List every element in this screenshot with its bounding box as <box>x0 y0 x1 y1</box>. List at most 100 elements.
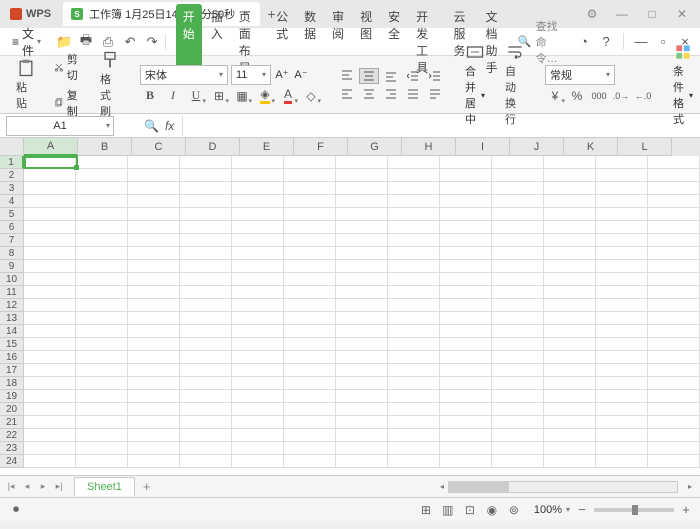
column-header[interactable]: E <box>240 138 294 156</box>
cell[interactable] <box>180 208 232 221</box>
number-format-select[interactable]: 常规▾ <box>545 65 615 85</box>
cell[interactable] <box>648 299 700 312</box>
cell[interactable] <box>232 195 284 208</box>
cell[interactable] <box>232 312 284 325</box>
cell[interactable] <box>388 351 440 364</box>
highlight-button[interactable]: ◇▾ <box>301 87 321 105</box>
decimal-inc-icon[interactable]: .0→ <box>611 87 631 105</box>
cell[interactable] <box>336 169 388 182</box>
cell[interactable] <box>128 260 180 273</box>
cell[interactable] <box>24 156 76 169</box>
cell[interactable] <box>180 429 232 442</box>
spreadsheet-grid[interactable]: ABCDEFGHIJKL 123456789101112131415161718… <box>0 138 700 475</box>
cell[interactable] <box>596 247 648 260</box>
font-size-select[interactable]: 11▾ <box>231 65 271 85</box>
cell[interactable] <box>596 325 648 338</box>
cell[interactable] <box>76 403 128 416</box>
cell[interactable] <box>492 247 544 260</box>
cut-button[interactable]: 剪切 <box>52 50 84 84</box>
cell[interactable] <box>76 442 128 455</box>
column-header[interactable]: A <box>24 138 78 156</box>
zoom-out-button[interactable]: − <box>574 502 590 518</box>
cell[interactable] <box>232 260 284 273</box>
cell[interactable] <box>336 455 388 468</box>
cell[interactable] <box>492 429 544 442</box>
cell[interactable] <box>76 455 128 468</box>
cell[interactable] <box>648 351 700 364</box>
close-window-button[interactable]: ✕ <box>668 4 696 24</box>
cell[interactable] <box>440 221 492 234</box>
cell[interactable] <box>648 273 700 286</box>
cell[interactable] <box>232 338 284 351</box>
print-icon[interactable]: 🖶 <box>77 33 95 51</box>
cell[interactable] <box>336 247 388 260</box>
formula-input[interactable] <box>182 116 700 136</box>
cell[interactable] <box>76 364 128 377</box>
cell[interactable] <box>336 312 388 325</box>
cell[interactable] <box>440 273 492 286</box>
cell[interactable] <box>440 377 492 390</box>
cell[interactable] <box>24 169 76 182</box>
cell[interactable] <box>336 195 388 208</box>
cell[interactable] <box>180 455 232 468</box>
underline-button[interactable]: U▾ <box>186 87 206 105</box>
zoom-value[interactable]: 100% <box>534 504 562 516</box>
cell[interactable] <box>128 429 180 442</box>
cell[interactable] <box>596 390 648 403</box>
cell[interactable] <box>596 416 648 429</box>
cell[interactable] <box>232 299 284 312</box>
view-page-icon[interactable]: ▥ <box>438 501 458 519</box>
cell[interactable] <box>492 416 544 429</box>
cell[interactable] <box>440 325 492 338</box>
cell[interactable] <box>544 416 596 429</box>
cell[interactable] <box>232 351 284 364</box>
cell[interactable] <box>388 364 440 377</box>
cell[interactable] <box>76 221 128 234</box>
column-header[interactable]: L <box>618 138 672 156</box>
cell[interactable] <box>544 234 596 247</box>
minimize-button[interactable]: — <box>608 4 636 24</box>
cell[interactable] <box>544 299 596 312</box>
cell[interactable] <box>388 208 440 221</box>
comma-icon[interactable]: 000 <box>589 87 609 105</box>
cell[interactable] <box>492 195 544 208</box>
cell[interactable] <box>596 403 648 416</box>
cell[interactable] <box>232 325 284 338</box>
cell[interactable] <box>648 338 700 351</box>
maximize-button[interactable]: □ <box>638 4 666 24</box>
redo-icon[interactable]: ↷ <box>143 33 161 51</box>
cell[interactable] <box>492 455 544 468</box>
row-header[interactable]: 5 <box>0 208 24 221</box>
align-middle-icon[interactable] <box>359 68 379 84</box>
font-color-button[interactable]: A▾ <box>278 87 298 105</box>
cell[interactable] <box>284 312 336 325</box>
cell[interactable] <box>388 390 440 403</box>
cell[interactable] <box>440 338 492 351</box>
cell[interactable] <box>180 364 232 377</box>
cell[interactable] <box>544 221 596 234</box>
cell[interactable] <box>284 156 336 169</box>
cell[interactable] <box>128 182 180 195</box>
cell[interactable] <box>596 377 648 390</box>
cell[interactable] <box>128 286 180 299</box>
cell[interactable] <box>180 390 232 403</box>
cell[interactable] <box>440 260 492 273</box>
cell[interactable] <box>128 195 180 208</box>
cell[interactable] <box>24 377 76 390</box>
cell[interactable] <box>180 195 232 208</box>
cell[interactable] <box>388 156 440 169</box>
cell[interactable] <box>440 182 492 195</box>
align-center-icon[interactable] <box>359 86 379 102</box>
cell[interactable] <box>492 273 544 286</box>
cell[interactable] <box>336 156 388 169</box>
decimal-dec-icon[interactable]: ←.0 <box>633 87 653 105</box>
currency-icon[interactable]: ¥▾ <box>545 87 565 105</box>
cell[interactable] <box>596 429 648 442</box>
row-header[interactable]: 11 <box>0 286 24 299</box>
cell[interactable] <box>76 169 128 182</box>
cell[interactable] <box>336 416 388 429</box>
cell[interactable] <box>440 169 492 182</box>
cell[interactable] <box>440 234 492 247</box>
cell[interactable] <box>648 156 700 169</box>
cell[interactable] <box>284 455 336 468</box>
